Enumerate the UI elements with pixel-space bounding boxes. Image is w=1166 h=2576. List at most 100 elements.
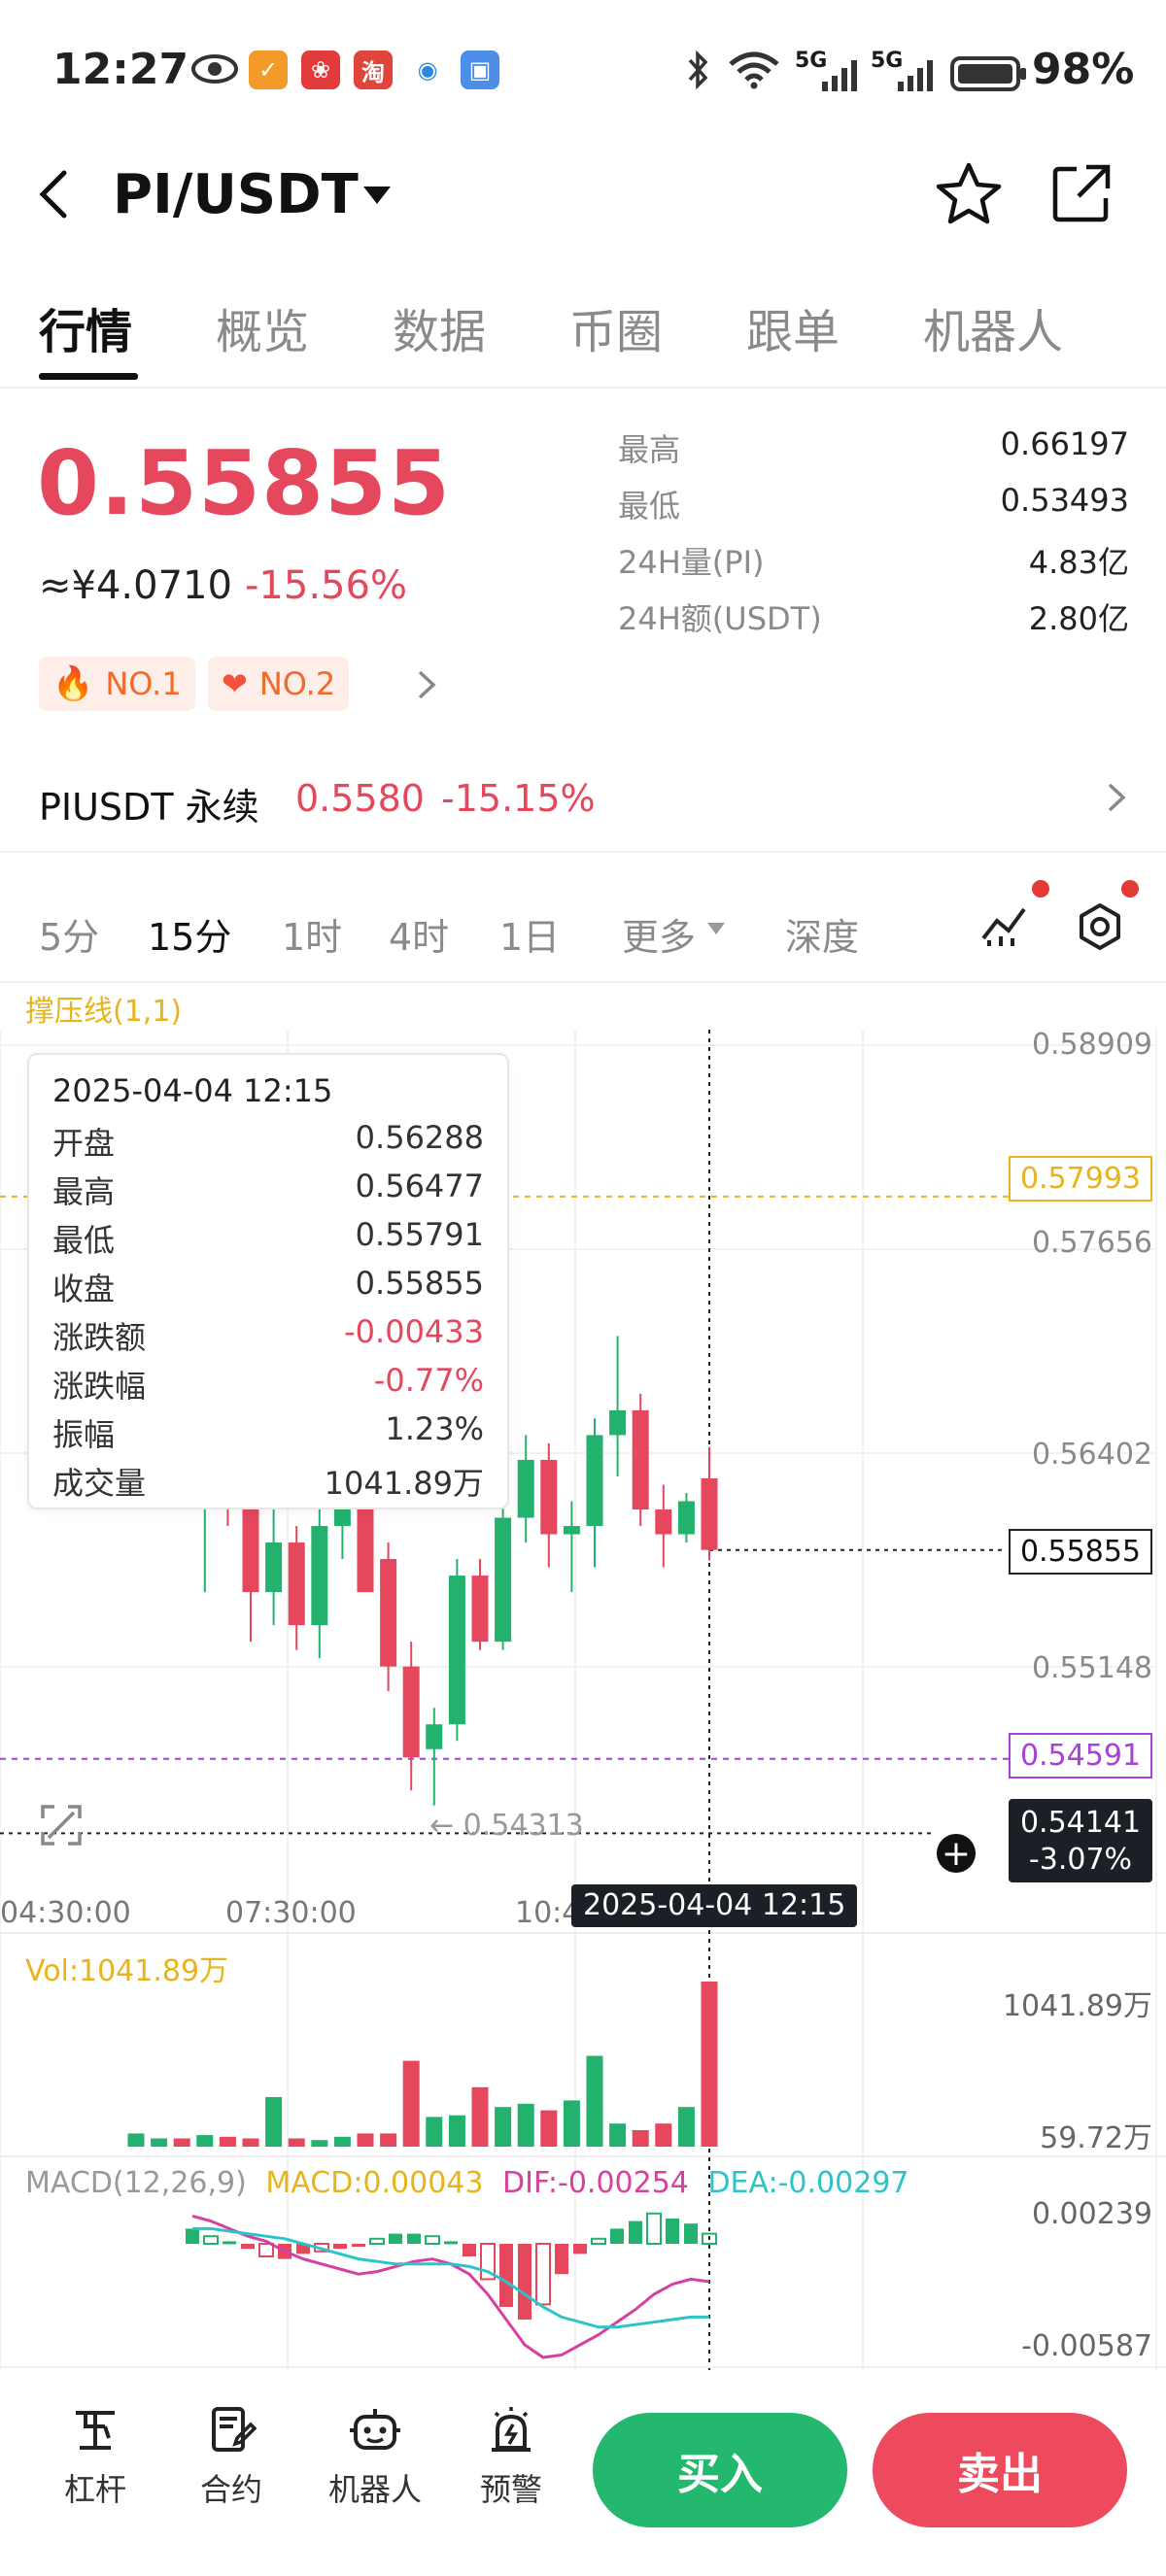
- tooltip-row-label: 振幅: [52, 1416, 116, 1453]
- volume-bar: [426, 2117, 443, 2147]
- candle-body: [563, 1526, 580, 1535]
- current-price-tag: 0.55855: [1008, 1529, 1152, 1575]
- macd-histogram-bar: [499, 2244, 513, 2307]
- tooltip-row: 开盘 0.56288: [52, 1119, 484, 1164]
- tooltip-row-label: 收盘: [52, 1271, 116, 1307]
- volume-bar: [586, 2055, 603, 2147]
- price-axis-label: 0.56402: [1031, 1438, 1152, 1472]
- volume-min-label: 59.72万: [1040, 2121, 1152, 2155]
- nav-alert[interactable]: 预警: [464, 2405, 558, 2510]
- alarm-icon: [486, 2405, 536, 2456]
- sell-button[interactable]: 卖出: [873, 2413, 1127, 2527]
- volume-bar: [380, 2133, 397, 2147]
- crosshair-time-tag: 2025-04-04 12:15: [571, 1884, 858, 1927]
- tooltip-row-value: 0.56288: [355, 1119, 484, 1156]
- robot-icon: [348, 2405, 402, 2456]
- candle-tooltip: 2025-04-04 12:15 开盘 0.56288 最高 0.56477 最低 0.5…: [27, 1053, 509, 1509]
- tooltip-row-value: 0.56477: [355, 1168, 484, 1204]
- crosshair-price-box: 0.54141 -3.07%: [1009, 1799, 1152, 1882]
- tooltip-row: 涨跌幅 -0.77%: [52, 1362, 484, 1407]
- volume-bar: [609, 2123, 627, 2147]
- macd-histogram-bar: [352, 2244, 365, 2247]
- volume-max-label: 1041.89万: [1002, 1989, 1152, 2023]
- volume-bar: [471, 2086, 489, 2147]
- candle-body: [265, 1542, 283, 1593]
- volume-bar: [196, 2135, 214, 2147]
- tooltip-row: 收盘 0.55855: [52, 1265, 484, 1309]
- volume-bar: [265, 2097, 283, 2147]
- macd-histogram-bar: [186, 2228, 199, 2244]
- candle-body: [426, 1724, 443, 1749]
- macd-dif: DIF:-0.00254: [502, 2166, 689, 2200]
- nav-alert-label: 预警: [479, 2471, 542, 2508]
- macd-top-label: 0.00239: [1031, 2197, 1152, 2231]
- volume-bar: [402, 2060, 420, 2147]
- tooltip-datetime: 2025-04-04 12:15: [52, 1072, 333, 1109]
- candle-body: [402, 1666, 420, 1758]
- macd-histogram-bar: [555, 2244, 568, 2275]
- candle-body: [540, 1459, 558, 1535]
- macd-histogram-bar: [463, 2244, 476, 2256]
- tooltip-row: 最低 0.55791: [52, 1216, 484, 1261]
- fullscreen-icon[interactable]: [39, 1803, 84, 1847]
- macd-legend: MACD(12,26,9) MACD:0.00043 DIF:-0.00254 …: [25, 2166, 909, 2200]
- volume-bar: [677, 2107, 695, 2147]
- macd-histogram-bar: [444, 2241, 458, 2245]
- tooltip-row-value: 0.55855: [355, 1265, 484, 1302]
- volume-bar: [333, 2136, 351, 2147]
- volume-bar: [495, 2107, 512, 2147]
- tooltip-row-value: 1.23%: [385, 1410, 484, 1447]
- tooltip-row-label: 最低: [52, 1222, 116, 1259]
- macd-histogram-bar: [407, 2233, 421, 2244]
- price-axis-label: 0.55148: [1031, 1651, 1152, 1685]
- candle-body: [311, 1526, 328, 1626]
- tooltip-row: 最高 0.56477: [52, 1168, 484, 1212]
- candle-body: [586, 1435, 603, 1527]
- volume-bar: [655, 2123, 672, 2147]
- macd-histogram-bar: [333, 2244, 347, 2250]
- time-axis-label: 07:30:00: [225, 1896, 357, 1930]
- macd-histogram-bar: [666, 2219, 679, 2244]
- volume-bar: [173, 2138, 190, 2147]
- add-order-icon[interactable]: +: [937, 1834, 976, 1874]
- macd-histogram-bar: [610, 2228, 624, 2244]
- tooltip-row: 成交量 1041.89万: [52, 1459, 484, 1504]
- support-price-tag: 0.54591: [1008, 1733, 1152, 1779]
- contract-icon: [206, 2405, 257, 2456]
- divider: [0, 2366, 1166, 2368]
- buy-button[interactable]: 买入: [593, 2413, 847, 2527]
- price-axis-label: 0.58909: [1031, 1028, 1152, 1062]
- volume-bar: [357, 2133, 374, 2147]
- candle-body: [288, 1542, 305, 1626]
- nav-bot-label: 机器人: [327, 2471, 422, 2508]
- macd-value: MACD:0.00043: [265, 2166, 484, 2200]
- tooltip-row-label: 最高: [52, 1173, 116, 1210]
- macd-histogram-bar: [241, 2244, 255, 2250]
- macd-histogram-bar: [591, 2237, 606, 2246]
- candle-body: [380, 1559, 397, 1667]
- volume-bar: [517, 2103, 534, 2147]
- volume-bar: [632, 2130, 649, 2147]
- volume-bar: [151, 2138, 168, 2147]
- candle-body: [495, 1517, 512, 1643]
- low-price-marker: ← 0.54313: [429, 1809, 584, 1843]
- volume-bar: [448, 2115, 465, 2147]
- volume-bar: [127, 2133, 145, 2147]
- tooltip-row-value: 1041.89万: [324, 1465, 484, 1502]
- candle-body: [448, 1576, 465, 1725]
- time-axis-label: 04:30:00: [0, 1896, 131, 1930]
- macd-histogram-bar: [203, 2235, 219, 2245]
- nav-contract[interactable]: 合约: [185, 2405, 278, 2510]
- nav-leverage-label: 杠杆: [63, 2471, 126, 2508]
- macd-histogram-bar: [425, 2235, 440, 2245]
- candle-body: [655, 1509, 672, 1535]
- candle-body: [701, 1478, 718, 1550]
- tooltip-row: 振幅 1.23%: [52, 1410, 484, 1455]
- macd-histogram-bar: [684, 2223, 698, 2244]
- macd-histogram-bar: [573, 2244, 587, 2254]
- nav-leverage[interactable]: 杠杆: [49, 2405, 142, 2510]
- volume-bar: [311, 2140, 328, 2147]
- tooltip-row-label: 涨跌幅: [52, 1368, 147, 1405]
- tooltip-row-value: 0.55791: [355, 1216, 484, 1253]
- nav-bot[interactable]: 机器人: [321, 2405, 429, 2510]
